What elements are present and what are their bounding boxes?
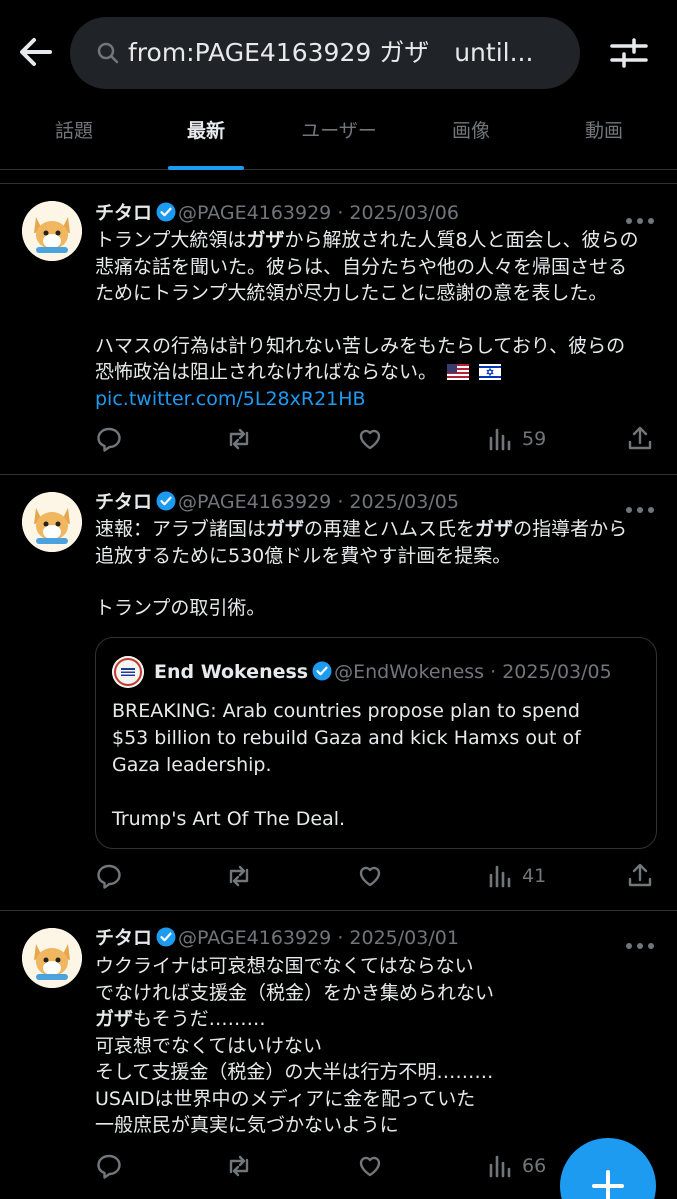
reply-icon[interactable] bbox=[95, 861, 123, 891]
verified-badge-icon bbox=[156, 491, 176, 511]
views-icon bbox=[489, 865, 511, 888]
author-handle: @PAGE4163929 bbox=[178, 202, 332, 224]
compose-button[interactable] bbox=[560, 1138, 656, 1199]
author-name[interactable]: チタロ bbox=[95, 491, 152, 513]
tweet-actions: 41 bbox=[95, 861, 660, 891]
quote-date: 2025/03/05 bbox=[502, 661, 612, 683]
tweet-date[interactable]: 2025/03/06 bbox=[349, 202, 459, 224]
views-button[interactable]: 41 bbox=[486, 861, 546, 891]
verified-badge-icon bbox=[156, 202, 176, 222]
reply-icon[interactable] bbox=[95, 424, 123, 454]
views-icon bbox=[489, 1155, 511, 1178]
more-options-icon[interactable] bbox=[625, 210, 655, 224]
reply-icon[interactable] bbox=[95, 1151, 123, 1181]
tweet[interactable]: チタロ @PAGE4163929 · 2025/03/06 トランプ大統領はガザか… bbox=[0, 184, 677, 475]
media-link[interactable]: pic.twitter.com/5L28xR21HB bbox=[95, 386, 665, 413]
quoted-tweet[interactable]: End Wokeness @EndWokeness · 2025/03/05 BR… bbox=[95, 637, 657, 849]
verified-badge-icon bbox=[156, 927, 176, 947]
tab-latest[interactable]: 最新 bbox=[139, 108, 273, 170]
tweet-actions: 59 bbox=[95, 424, 660, 454]
tab-top[interactable]: 話題 bbox=[7, 108, 141, 170]
active-tab-indicator bbox=[168, 166, 244, 170]
quote-header: End Wokeness @EndWokeness · 2025/03/05 bbox=[154, 661, 612, 683]
quote-avatar bbox=[112, 656, 144, 688]
filter-settings-icon[interactable] bbox=[608, 32, 650, 74]
retweet-icon[interactable] bbox=[225, 424, 253, 454]
tweet-date[interactable]: 2025/03/01 bbox=[349, 927, 459, 949]
quote-author-name: End Wokeness bbox=[154, 661, 309, 683]
retweet-icon[interactable] bbox=[225, 861, 253, 891]
avatar[interactable] bbox=[22, 492, 82, 552]
author-handle: @PAGE4163929 bbox=[178, 927, 332, 949]
search-input[interactable]: from:PAGE4163929 ガザ until... bbox=[70, 17, 580, 89]
search-query-text: from:PAGE4163929 ガザ until... bbox=[128, 38, 534, 67]
views-count: 41 bbox=[522, 865, 547, 887]
retweet-icon[interactable] bbox=[225, 1151, 253, 1181]
tweet-text: トランプ大統領はガザから解放された人質8人と面会し、彼らの 悲痛な話を聞いた。彼… bbox=[95, 227, 665, 412]
more-options-icon[interactable] bbox=[625, 935, 655, 949]
tweet-date[interactable]: 2025/03/05 bbox=[349, 491, 459, 513]
quote-author-handle: @EndWokeness bbox=[334, 661, 485, 683]
search-tabs: 話題 最新 ユーザー 画像 動画 bbox=[0, 108, 677, 170]
plus-icon bbox=[592, 1170, 624, 1199]
avatar[interactable] bbox=[22, 928, 82, 988]
like-icon[interactable] bbox=[356, 1151, 384, 1181]
share-icon[interactable] bbox=[626, 861, 654, 891]
search-icon bbox=[96, 41, 120, 65]
tab-videos[interactable]: 動画 bbox=[537, 108, 671, 170]
tab-media[interactable]: 画像 bbox=[404, 108, 538, 170]
tweet-text: 速報：アラブ諸国はガザの再建とハムス氏をガザの指導者から 追放するために530億… bbox=[95, 518, 628, 619]
verified-badge-icon bbox=[312, 661, 332, 681]
back-arrow-icon[interactable] bbox=[14, 30, 58, 74]
views-count: 59 bbox=[522, 428, 547, 450]
views-button[interactable]: 66 bbox=[486, 1151, 546, 1181]
avatar[interactable] bbox=[22, 201, 82, 261]
tweet-text: ウクライナは可哀想な国でなくてはならない でなければ支援金（税金）をかき集められ… bbox=[95, 955, 495, 1136]
tab-people[interactable]: ユーザー bbox=[272, 108, 406, 170]
more-options-icon[interactable] bbox=[625, 499, 655, 513]
author-handle: @PAGE4163929 bbox=[178, 491, 332, 513]
top-bar: from:PAGE4163929 ガザ until... bbox=[0, 0, 677, 108]
tweet-header: チタロ @PAGE4163929 · 2025/03/01 bbox=[95, 927, 459, 949]
like-icon[interactable] bbox=[356, 424, 384, 454]
tweet[interactable]: チタロ @PAGE4163929 · 2025/03/05 速報：アラブ諸国はガザ… bbox=[0, 475, 677, 911]
author-name[interactable]: チタロ bbox=[95, 202, 152, 224]
author-name[interactable]: チタロ bbox=[95, 927, 152, 949]
views-button[interactable]: 59 bbox=[486, 424, 546, 454]
views-count: 66 bbox=[522, 1155, 547, 1177]
share-icon[interactable] bbox=[626, 424, 654, 454]
us-flag-icon bbox=[447, 361, 470, 380]
israel-flag-icon bbox=[479, 361, 502, 380]
like-icon[interactable] bbox=[356, 861, 384, 891]
views-icon bbox=[489, 428, 511, 451]
tweet-header: チタロ @PAGE4163929 · 2025/03/05 bbox=[95, 491, 459, 513]
quote-text: BREAKING: Arab countries propose plan to… bbox=[112, 700, 581, 830]
tweet-header: チタロ @PAGE4163929 · 2025/03/06 bbox=[95, 202, 459, 224]
